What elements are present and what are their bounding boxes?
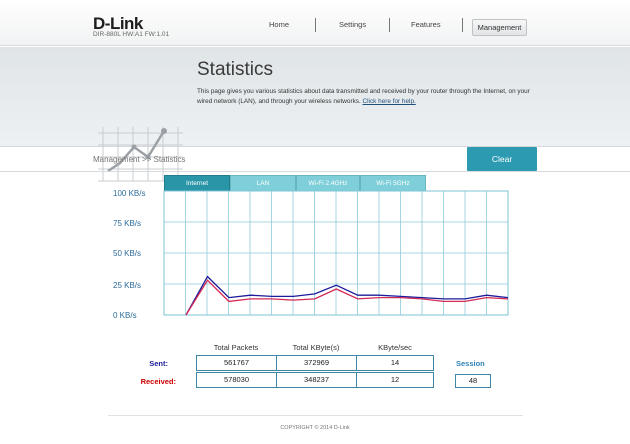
sent-kbyte-sec: 14 — [356, 355, 434, 371]
sent-total-packets: 561767 — [196, 355, 277, 371]
received-kbyte-sec: 12 — [356, 372, 434, 388]
sent-label: Sent: — [149, 359, 168, 368]
received-label: Received: — [140, 377, 176, 386]
col-header-total-packets: Total Packets — [213, 343, 259, 352]
session-value: 48 — [455, 374, 491, 388]
col-header-kbyte-sec: KByte/sec — [378, 343, 412, 352]
col-header-total-kbytes: Total KByte(s) — [292, 343, 340, 352]
received-total-packets: 578030 — [196, 372, 277, 388]
footer-divider — [108, 415, 523, 416]
received-total-kbytes: 348237 — [276, 372, 357, 388]
copyright: COPYRIGHT © 2014 D-Link — [280, 425, 350, 431]
sent-total-kbytes: 372969 — [276, 355, 357, 371]
session-label: Session — [456, 359, 485, 368]
